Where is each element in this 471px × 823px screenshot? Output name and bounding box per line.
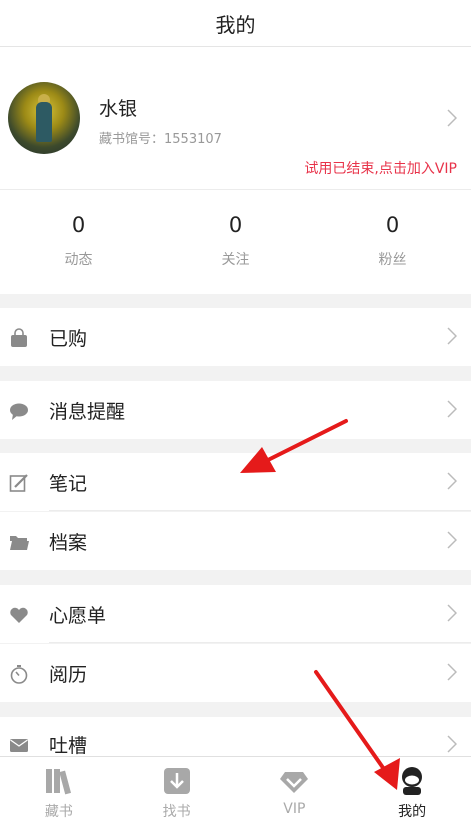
chevron-right-icon <box>447 400 457 418</box>
user-icon <box>402 767 423 795</box>
vip-trial-notice[interactable]: 试用已结束,点击加入VIP <box>304 158 457 178</box>
tab-label: 找书 <box>162 804 191 820</box>
stat-value: 0 <box>228 213 243 237</box>
profile-card[interactable]: 水银 藏书馆号：1553107 试用已结束,点击加入VIP <box>0 47 471 190</box>
tab-mine[interactable]: 我的 <box>353 757 471 823</box>
menu-item-archive[interactable]: 档案 <box>0 512 471 570</box>
stat-label: 关注 <box>221 252 250 268</box>
folder-icon <box>10 536 29 550</box>
stats-bar: 0 动态 0 关注 0 粉丝 <box>0 190 471 294</box>
menu-item-purchased[interactable]: 已购 <box>0 308 471 366</box>
chevron-right-icon <box>447 109 457 127</box>
stat-label: 动态 <box>64 252 93 268</box>
edit-note-icon <box>9 474 28 492</box>
tab-vip[interactable]: VIP <box>236 757 354 823</box>
menu-item-label: 阅历 <box>49 664 88 686</box>
download-book-icon <box>163 768 190 794</box>
bookshelf-icon <box>45 769 71 795</box>
menu-item-label: 心愿单 <box>49 605 107 627</box>
row-divider <box>49 510 471 511</box>
menu-item-feedback[interactable]: 吐槽 <box>0 717 471 756</box>
page-title: 我的 <box>215 12 256 37</box>
tab-find-books[interactable]: 找书 <box>118 757 236 823</box>
chevron-right-icon <box>447 604 457 622</box>
avatar-figure-body <box>36 102 52 142</box>
row-divider <box>49 642 471 643</box>
stat-value: 0 <box>71 213 86 237</box>
tab-label: 我的 <box>398 804 427 820</box>
menu-item-wishlist[interactable]: 心愿单 <box>0 585 471 643</box>
avatar[interactable] <box>8 82 80 154</box>
stat-following[interactable]: 0 关注 <box>157 190 314 294</box>
menu-item-label: 消息提醒 <box>49 401 126 423</box>
menu-item-label: 已购 <box>49 328 88 350</box>
chat-bubble-icon <box>10 403 28 420</box>
page-header: 我的 <box>0 0 471 47</box>
user-name: 水银 <box>99 98 138 120</box>
library-number: 藏书馆号：1553107 <box>99 132 222 147</box>
menu-item-messages[interactable]: 消息提醒 <box>0 381 471 439</box>
menu-item-history[interactable]: 阅历 <box>0 644 471 702</box>
diamond-icon <box>280 772 309 793</box>
chevron-right-icon <box>447 531 457 549</box>
envelope-icon <box>10 739 28 752</box>
bottom-tab-bar: 藏书 找书 VIP 我的 <box>0 756 471 823</box>
stopwatch-icon <box>10 665 28 684</box>
shopping-bag-icon <box>11 328 27 347</box>
tab-label: 藏书 <box>44 804 73 820</box>
stat-activity[interactable]: 0 动态 <box>0 190 157 294</box>
tab-bookshelf[interactable]: 藏书 <box>0 757 118 823</box>
menu-item-label: 吐槽 <box>49 735 88 756</box>
stat-value: 0 <box>385 213 400 237</box>
menu-item-label: 笔记 <box>49 473 88 495</box>
menu-item-notes[interactable]: 笔记 <box>0 453 471 511</box>
stat-followers[interactable]: 0 粉丝 <box>314 190 471 294</box>
heart-icon <box>10 607 28 623</box>
chevron-right-icon <box>447 472 457 490</box>
tab-label: VIP <box>283 801 306 817</box>
menu-item-label: 档案 <box>49 532 88 554</box>
chevron-right-icon <box>447 327 457 345</box>
chevron-right-icon <box>447 663 457 681</box>
chevron-right-icon <box>447 735 457 753</box>
stat-label: 粉丝 <box>378 252 407 268</box>
